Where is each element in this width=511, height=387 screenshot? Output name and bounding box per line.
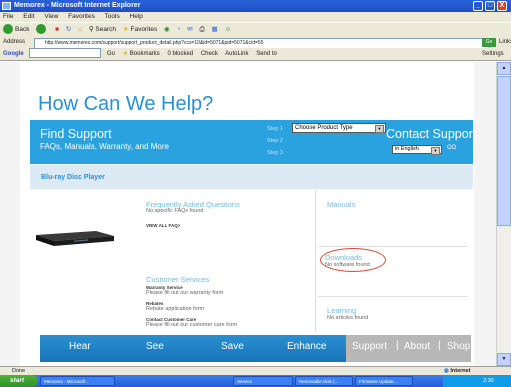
system-tray: 2:30 — [443, 375, 511, 387]
taskbar-item[interactable]: Memorex - Microsoft... — [40, 376, 115, 386]
taskbar-item[interactable]: Removable Disk (... — [295, 376, 353, 386]
messenger-icon[interactable]: ☺ — [225, 23, 232, 37]
faq-note: No specific FAQs found — [146, 208, 204, 214]
close-button[interactable]: X — [497, 1, 507, 11]
zone-indicator: ◍ Internet — [444, 368, 471, 374]
language-select[interactable]: in English ▼ — [392, 145, 442, 155]
popup-blocked[interactable]: 0 blocked — [167, 51, 193, 57]
menu-tools[interactable]: Tools — [105, 13, 120, 20]
status-text: Done — [12, 368, 26, 374]
menu-edit[interactable]: Edit — [23, 13, 34, 20]
address-bar: Address http://www.memorex.com/support/s… — [0, 37, 511, 49]
home-icon[interactable]: ⌂ — [78, 23, 82, 37]
language-value: in English — [395, 146, 419, 152]
customer-services-title[interactable]: Customer Services — [146, 275, 209, 284]
window-title: Memorex - Microsoft Internet Explorer — [14, 2, 141, 9]
toolbar: Back ■ ↻ ⌂ ⚲ Search ★ Favorites ◉ ◔ ✉ ⎙ … — [0, 22, 511, 37]
ie-icon — [2, 2, 11, 10]
contact-go-link[interactable]: GO — [447, 145, 456, 151]
nav-enhance[interactable]: Enhance — [287, 341, 326, 352]
rebates-note: Rebate application form — [146, 306, 205, 312]
product-type-select[interactable]: Choose Product Type ▼ — [292, 123, 386, 133]
taskbar-item[interactable]: Service — [233, 376, 293, 386]
google-logo: Google — [3, 51, 24, 57]
contact-support-title: Contact Support — [386, 127, 477, 141]
find-support-subtitle: FAQs, Manuals, Warranty, and More — [40, 142, 169, 151]
print-icon[interactable]: ⎙ — [200, 23, 205, 37]
google-go-button[interactable]: Go — [107, 51, 115, 57]
manuals-link[interactable]: Manuals — [327, 200, 355, 209]
step-1-label: Step 1 — [267, 126, 283, 132]
google-toolbar: Google Go ★ Bookmarks 0 blocked Check Au… — [0, 48, 511, 61]
nav-support[interactable]: Support — [352, 341, 387, 352]
blu-ray-player-image — [36, 231, 114, 246]
scroll-thumb[interactable] — [497, 76, 511, 226]
scroll-up-button[interactable]: ▲ — [497, 62, 511, 75]
product-name: Blu-ray Disc Player — [41, 174, 105, 181]
star-icon: ★ — [122, 51, 129, 57]
google-search-input[interactable] — [29, 48, 102, 59]
page-title: How Can We Help? — [38, 93, 214, 115]
nav-save[interactable]: Save — [221, 341, 244, 352]
chevron-down-icon: ▼ — [375, 125, 384, 133]
learning-link[interactable]: Learning — [327, 306, 356, 315]
nav-hear[interactable]: Hear — [69, 341, 91, 352]
column-divider — [315, 189, 316, 333]
divider — [318, 296, 468, 297]
chevron-down-icon: ▼ — [431, 147, 440, 155]
send-to[interactable]: Send to — [256, 51, 277, 57]
taskbar-item[interactable]: Firmware Update... — [355, 376, 413, 386]
google-settings[interactable]: Settings — [482, 48, 504, 61]
refresh-icon[interactable]: ↻ — [66, 23, 71, 37]
product-type-value: Choose Product Type — [295, 125, 353, 131]
links-button[interactable]: Links — [499, 37, 511, 48]
star-icon: ★ — [122, 26, 129, 33]
find-support-title: Find Support — [40, 127, 112, 141]
nav-shop[interactable]: Shop — [447, 341, 470, 352]
favorites-button[interactable]: ★ Favorites — [123, 23, 157, 37]
menu-view[interactable]: View — [44, 13, 58, 20]
contact-care-note: Please fill out our customer care form — [146, 322, 238, 328]
autolink[interactable]: AutoLink — [225, 51, 248, 57]
edit-icon[interactable]: ▦ — [212, 23, 218, 37]
window-titlebar: Memorex - Microsoft Internet Explorer _ … — [0, 0, 511, 12]
highlight-circle — [320, 248, 386, 272]
forward-button[interactable] — [36, 23, 48, 37]
back-arrow-icon — [3, 24, 13, 35]
nav-separator: | — [438, 340, 441, 351]
maximize-button[interactable]: □ — [485, 1, 495, 11]
nav-about[interactable]: About — [404, 341, 430, 352]
globe-icon: ◍ — [444, 368, 449, 374]
scroll-down-button[interactable]: ▼ — [497, 353, 511, 366]
spell-check[interactable]: Check — [201, 51, 218, 57]
nav-see[interactable]: See — [146, 341, 164, 352]
warranty-note: Please fill out our warranty form — [146, 290, 224, 296]
step-2-label: Step 2 — [267, 138, 283, 144]
forward-arrow-icon — [36, 24, 47, 35]
go-button[interactable]: Go — [482, 38, 496, 47]
google-bookmarks[interactable]: ★ Bookmarks — [123, 51, 160, 57]
view-all-faq-link[interactable]: VIEW ALL FAQ> — [146, 223, 180, 228]
menu-bar: File Edit View Favorites Tools Help — [0, 12, 511, 22]
menu-favorites[interactable]: Favorites — [68, 13, 95, 20]
address-label: Address — [3, 39, 26, 45]
status-bar: Done ◍ Internet — [0, 366, 511, 375]
minimize-button[interactable]: _ — [473, 1, 483, 11]
divider — [318, 246, 468, 247]
menu-file[interactable]: File — [3, 13, 13, 20]
stop-icon[interactable]: ■ — [55, 23, 59, 37]
menu-help[interactable]: Help — [130, 13, 143, 20]
history-icon[interactable]: ◔ — [177, 23, 181, 37]
back-button[interactable]: Back — [3, 23, 29, 37]
start-button[interactable]: start — [0, 375, 38, 387]
clock: 2:30 — [483, 378, 494, 384]
media-icon[interactable]: ◉ — [164, 23, 170, 37]
step-3-label: Step 3 — [267, 150, 283, 156]
search-icon: ⚲ — [88, 26, 94, 33]
search-button[interactable]: ⚲ Search — [89, 23, 116, 37]
learning-note: No articles found — [327, 315, 369, 321]
mail-icon[interactable]: ✉ — [187, 23, 192, 37]
nav-separator: | — [396, 340, 399, 351]
